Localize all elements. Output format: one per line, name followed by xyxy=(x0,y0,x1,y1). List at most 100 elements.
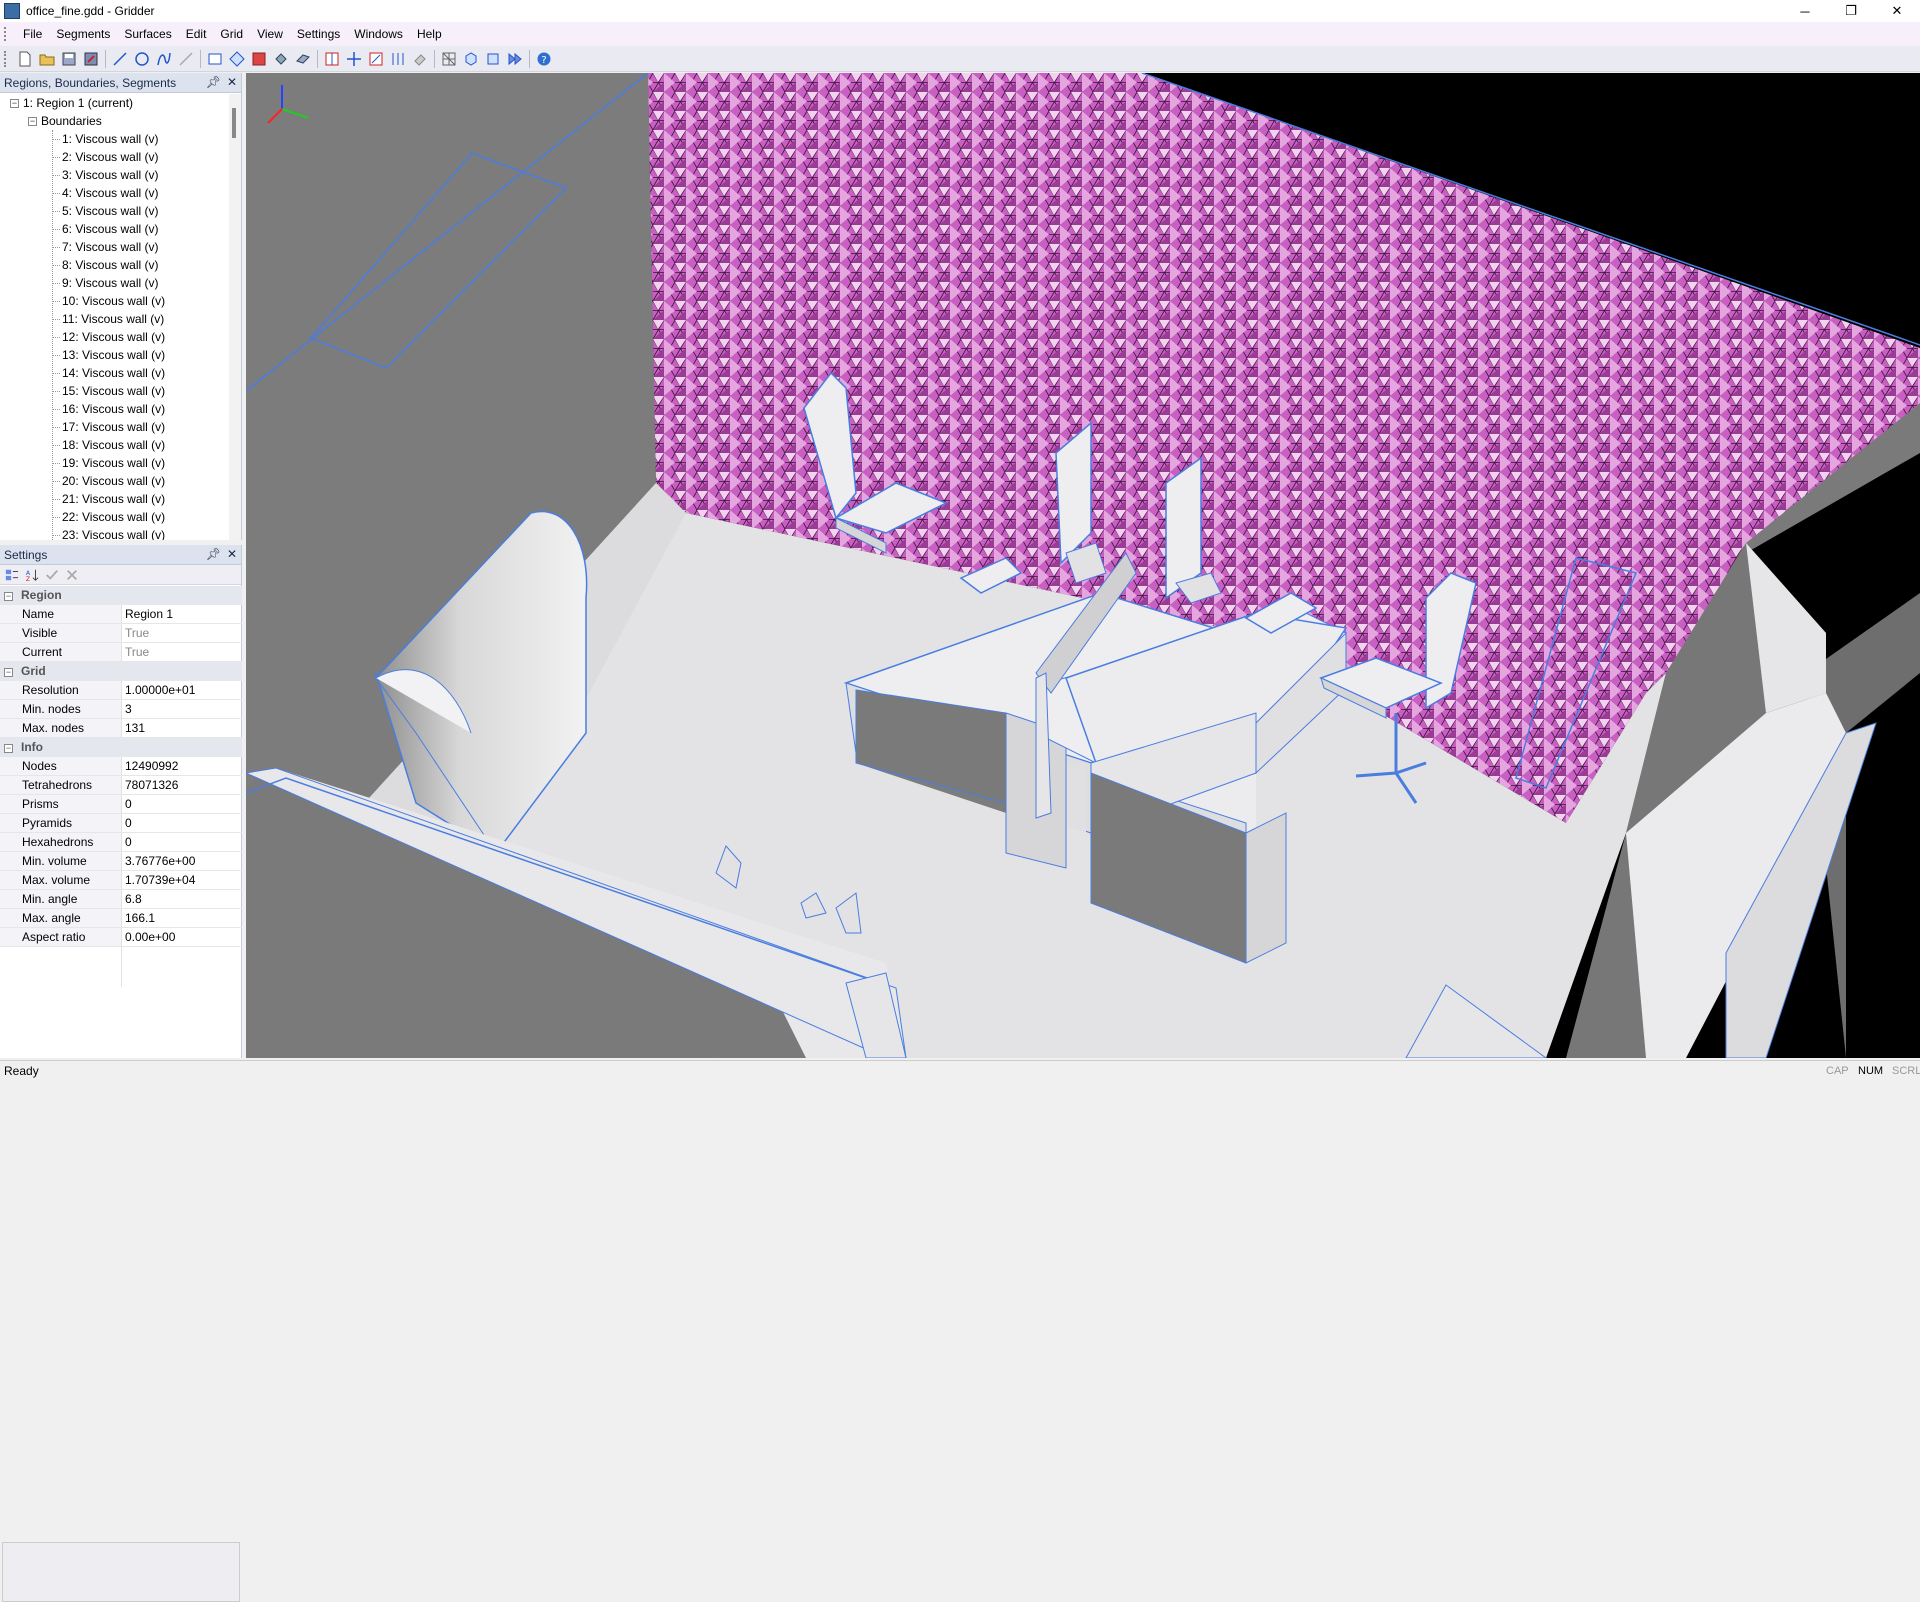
tree-item-boundary[interactable]: 6: Viscous wall (v) xyxy=(0,220,230,238)
close-icon[interactable]: ✕ xyxy=(227,547,237,561)
3d-viewport[interactable] xyxy=(246,73,1920,1058)
property-value[interactable]: 6.8 xyxy=(122,890,242,908)
property-row[interactable]: Hexahedrons 0 xyxy=(0,833,242,852)
tree-item-boundary[interactable]: 5: Viscous wall (v) xyxy=(0,202,230,220)
tree-item-boundary[interactable]: 16: Viscous wall (v) xyxy=(0,400,230,418)
apply-icon[interactable] xyxy=(44,567,60,583)
collapse-icon[interactable]: − xyxy=(28,117,37,127)
tree-item-boundary[interactable]: 9: Viscous wall (v) xyxy=(0,274,230,292)
property-row[interactable]: Aspect ratio 0.00e+00 xyxy=(0,928,242,947)
tree-item-boundary[interactable]: 17: Viscous wall (v) xyxy=(0,418,230,436)
menu-edit[interactable]: Edit xyxy=(179,24,214,44)
categorized-icon[interactable] xyxy=(4,567,20,583)
eraser-icon[interactable] xyxy=(410,49,430,69)
diamond-icon[interactable] xyxy=(227,49,247,69)
close-icon[interactable]: ✕ xyxy=(227,75,237,89)
property-row[interactable]: Min. angle 6.8 xyxy=(0,890,242,909)
cancel-icon[interactable] xyxy=(64,567,80,583)
property-row[interactable]: Prisms 0 xyxy=(0,795,242,814)
property-row[interactable]: Current True xyxy=(0,643,242,662)
tree-item-boundary[interactable]: 13: Viscous wall (v) xyxy=(0,346,230,364)
property-row[interactable]: Max. angle 166.1 xyxy=(0,909,242,928)
property-value[interactable]: 0 xyxy=(122,814,242,832)
property-value[interactable]: 78071326 xyxy=(122,776,242,794)
save-icon[interactable] xyxy=(59,49,79,69)
tree-item-boundary[interactable]: 15: Viscous wall (v) xyxy=(0,382,230,400)
property-row[interactable]: Tetrahedrons 78071326 xyxy=(0,776,242,795)
tree-item-boundary[interactable]: 18: Viscous wall (v) xyxy=(0,436,230,454)
property-row[interactable]: Nodes 12490992 xyxy=(0,757,242,776)
tree-item-boundary[interactable]: 2: Viscous wall (v) xyxy=(0,148,230,166)
menu-surfaces[interactable]: Surfaces xyxy=(117,24,178,44)
tree-item-boundary[interactable]: 22: Viscous wall (v) xyxy=(0,508,230,526)
surface-icon[interactable] xyxy=(205,49,225,69)
tree-item-boundary[interactable]: 11: Viscous wall (v) xyxy=(0,310,230,328)
tree-item-boundary[interactable]: 23: Viscous wall (v) xyxy=(0,526,230,540)
menu-help[interactable]: Help xyxy=(410,24,449,44)
property-row[interactable]: Name Region 1 xyxy=(0,605,242,624)
grid-split-icon[interactable] xyxy=(322,49,342,69)
property-row[interactable]: Min. nodes 3 xyxy=(0,700,242,719)
tree-item-boundary[interactable]: 10: Viscous wall (v) xyxy=(0,292,230,310)
new-icon[interactable] xyxy=(15,49,35,69)
toolbar-grip[interactable] xyxy=(4,50,10,67)
extrude-icon[interactable] xyxy=(293,49,313,69)
tree-view[interactable]: −1: Region 1 (current) − Boundaries 1: Vi… xyxy=(0,94,230,540)
property-row[interactable]: Visible True xyxy=(0,624,242,643)
tree-scrollbar[interactable] xyxy=(229,94,241,540)
tree-item-boundary[interactable]: 1: Viscous wall (v) xyxy=(0,130,230,148)
help-icon[interactable]: ? xyxy=(534,49,554,69)
pin-icon[interactable]: 📌︎ xyxy=(206,547,221,561)
collapse-icon[interactable]: − xyxy=(4,744,13,753)
property-value[interactable]: 166.1 xyxy=(122,909,242,927)
grid-move-icon[interactable] xyxy=(344,49,364,69)
tree-node-boundaries[interactable]: − Boundaries xyxy=(0,112,230,130)
property-value[interactable]: 0 xyxy=(122,833,242,851)
tree-item-boundary[interactable]: 3: Viscous wall (v) xyxy=(0,166,230,184)
property-value[interactable]: 12490992 xyxy=(122,757,242,775)
box-icon[interactable] xyxy=(249,49,269,69)
scrollbar-thumb[interactable] xyxy=(232,108,236,138)
maximize-button[interactable]: ❐ xyxy=(1828,0,1874,22)
menu-windows[interactable]: Windows xyxy=(347,24,410,44)
rotate-icon[interactable] xyxy=(271,49,291,69)
tree-item-boundary[interactable]: 12: Viscous wall (v) xyxy=(0,328,230,346)
mesh-icon[interactable] xyxy=(439,49,459,69)
property-category[interactable]: − Info xyxy=(0,738,242,757)
property-row[interactable]: Resolution 1.00000e+01 xyxy=(0,681,242,700)
collapse-icon[interactable]: − xyxy=(4,668,13,677)
minimize-button[interactable]: ─ xyxy=(1782,0,1828,22)
property-value[interactable]: Region 1 xyxy=(122,605,242,623)
property-value[interactable]: 1.00000e+01 xyxy=(122,681,242,699)
delete-segment-icon[interactable] xyxy=(176,49,196,69)
open-icon[interactable] xyxy=(37,49,57,69)
play-icon[interactable] xyxy=(505,49,525,69)
property-value[interactable]: 131 xyxy=(122,719,242,737)
tree-node-region[interactable]: −1: Region 1 (current) xyxy=(0,94,230,112)
tree-item-boundary[interactable]: 14: Viscous wall (v) xyxy=(0,364,230,382)
circle-icon[interactable] xyxy=(132,49,152,69)
property-value[interactable]: 0.00e+00 xyxy=(122,928,242,946)
tree-item-boundary[interactable]: 19: Viscous wall (v) xyxy=(0,454,230,472)
menubar-grip[interactable] xyxy=(4,27,10,41)
tree-item-boundary[interactable]: 7: Viscous wall (v) xyxy=(0,238,230,256)
line-icon[interactable] xyxy=(110,49,130,69)
property-value[interactable]: 1.70739e+04 xyxy=(122,871,242,889)
tree-item-boundary[interactable]: 21: Viscous wall (v) xyxy=(0,490,230,508)
property-value[interactable]: 0 xyxy=(122,795,242,813)
collapse-icon[interactable]: − xyxy=(4,592,13,601)
menu-segments[interactable]: Segments xyxy=(49,24,117,44)
tree-item-boundary[interactable]: 8: Viscous wall (v) xyxy=(0,256,230,274)
grid-scale-icon[interactable] xyxy=(366,49,386,69)
property-row[interactable]: Pyramids 0 xyxy=(0,814,242,833)
spline-icon[interactable] xyxy=(154,49,174,69)
property-value[interactable]: 3 xyxy=(122,700,242,718)
property-category[interactable]: − Region xyxy=(0,586,242,605)
property-category[interactable]: − Grid xyxy=(0,662,242,681)
view-front-icon[interactable] xyxy=(483,49,503,69)
property-row[interactable]: Min. volume 3.76776e+00 xyxy=(0,852,242,871)
grid-columns-icon[interactable] xyxy=(388,49,408,69)
view-3d-icon[interactable] xyxy=(461,49,481,69)
pin-icon[interactable]: 📌︎ xyxy=(206,75,221,89)
property-row[interactable]: Max. volume 1.70739e+04 xyxy=(0,871,242,890)
